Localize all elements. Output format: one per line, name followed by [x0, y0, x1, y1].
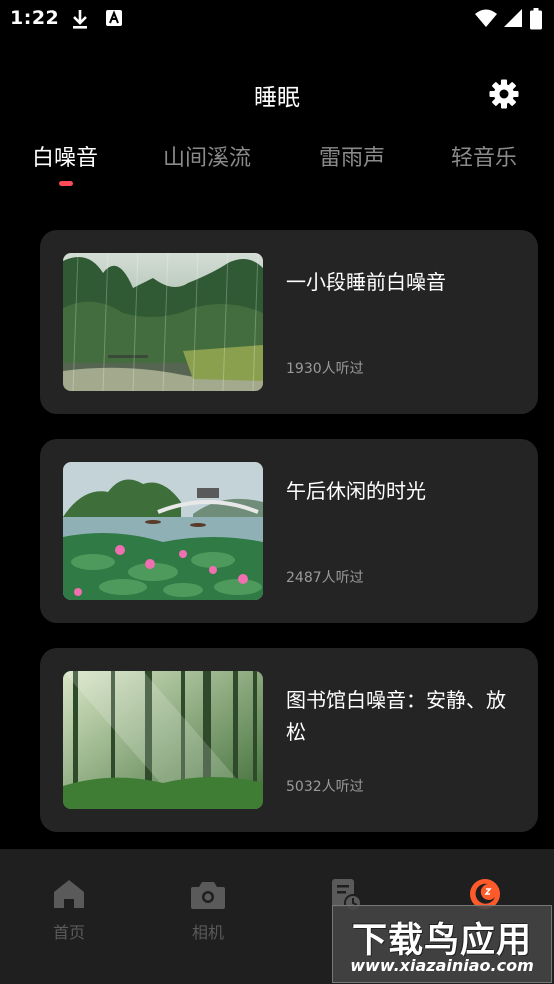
a-icon: [105, 8, 123, 32]
status-bar: 1:22: [0, 0, 554, 38]
status-time: 1:22: [10, 7, 60, 29]
sound-card[interactable]: 图书馆白噪音：安静、放松 5032人听过: [40, 648, 538, 832]
camera-icon: [191, 882, 225, 909]
nav-label: 首页: [52, 923, 85, 942]
listen-count: 2487人听过: [286, 570, 364, 586]
sound-card[interactable]: 午后休闲的时光 2487人听过: [40, 439, 538, 623]
listen-count: 5032人听过: [286, 779, 364, 795]
nav-home[interactable]: 首页: [29, 877, 109, 943]
tab-light-music[interactable]: 轻音乐: [451, 140, 517, 172]
card-title: 午后休闲的时光: [286, 479, 426, 503]
lotus-lake-bridge-image: [63, 462, 263, 600]
header: 睡眠: [0, 68, 554, 120]
tab-white-noise[interactable]: 白噪音: [32, 140, 98, 172]
wifi-icon: [474, 8, 498, 32]
sound-card[interactable]: 一小段睡前白噪音 1930人听过: [40, 230, 538, 414]
gear-icon: [489, 79, 519, 109]
card-title: 图书馆白噪音：安静、放松: [286, 688, 506, 744]
watermark-url: www.xiazainiao.com: [350, 956, 534, 975]
sunlit-forest-image: [63, 671, 263, 809]
tab-thunderstorm[interactable]: 雷雨声: [319, 140, 385, 172]
nav-label: 相机: [191, 923, 224, 942]
cellular-icon: [503, 8, 523, 32]
rainy-forest-pond-image: [63, 253, 263, 391]
watermark: 下载鸟应用 www.xiazainiao.com: [332, 905, 552, 983]
active-tab-indicator: [59, 181, 73, 186]
listen-count: 1930人听过: [286, 361, 364, 377]
nav-camera[interactable]: 相机: [168, 877, 248, 943]
settings-button[interactable]: [484, 74, 524, 114]
card-title: 一小段睡前白噪音: [286, 270, 446, 294]
home-icon: [54, 880, 84, 908]
download-icon: [70, 8, 90, 34]
category-tabs: 白噪音 山间溪流 雷雨声 轻音乐: [0, 140, 554, 190]
page-title: 睡眠: [254, 85, 300, 111]
tab-mountain-stream[interactable]: 山间溪流: [163, 140, 251, 172]
battery-icon: [530, 8, 542, 34]
